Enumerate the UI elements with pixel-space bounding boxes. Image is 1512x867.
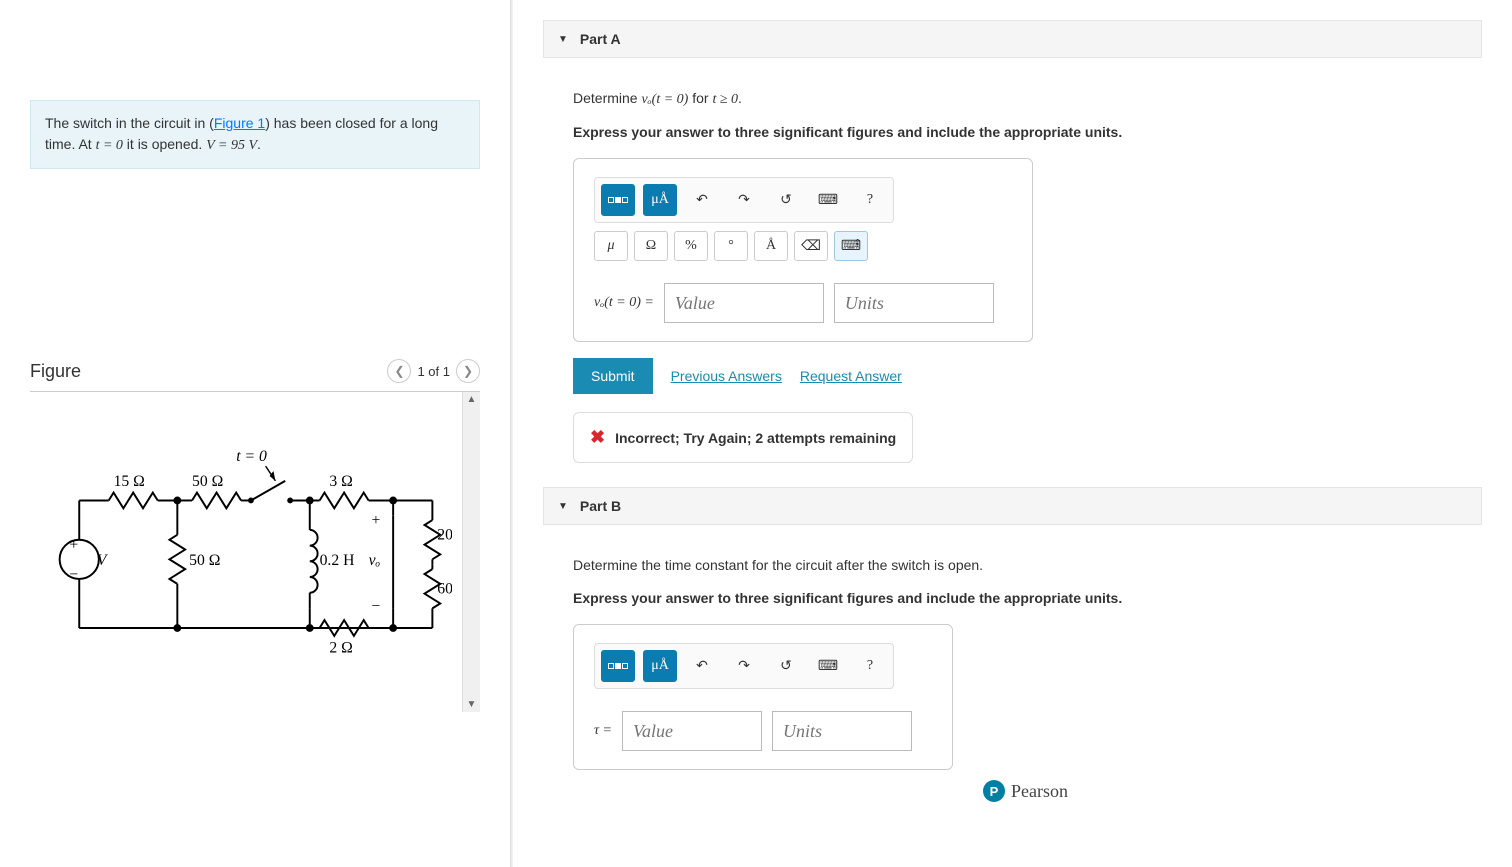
label-minus: − xyxy=(372,597,381,614)
units-picker-button[interactable]: μÅ xyxy=(643,650,677,682)
part-b-instruction: Express your answer to three significant… xyxy=(573,590,1478,606)
part-b-body: Determine the time constant for the circ… xyxy=(543,525,1482,836)
page-root: The switch in the circuit in (Figure 1) … xyxy=(0,0,1512,867)
part-a-feedback: ✖ Incorrect; Try Again; 2 attempts remai… xyxy=(573,412,913,463)
part-b-header[interactable]: ▼ Part B xyxy=(543,487,1482,525)
label-vo: vₒ xyxy=(369,552,381,569)
label-t0: t = 0 xyxy=(236,448,267,465)
keyboard-button[interactable]: ⌨ xyxy=(811,184,845,216)
redo-button[interactable]: ↷ xyxy=(727,184,761,216)
figure-pager: ❮ 1 of 1 ❯ xyxy=(387,359,480,383)
figure-next-button[interactable]: ❯ xyxy=(456,359,480,383)
part-a-submit-row: Submit Previous Answers Request Answer xyxy=(573,358,1478,394)
label-r60: 60 Ω xyxy=(437,581,452,598)
figure-link[interactable]: Figure 1 xyxy=(214,115,265,131)
template-tool-button[interactable] xyxy=(601,650,635,682)
problem-statement: The switch in the circuit in (Figure 1) … xyxy=(30,100,480,169)
footer: P Pearson xyxy=(573,770,1478,812)
qa-cond: t ≥ 0 xyxy=(712,92,738,107)
help-button[interactable]: ? xyxy=(853,650,887,682)
keyboard-shortcut-button[interactable]: ⌨̂ xyxy=(834,231,868,261)
part-a-toolbar-row2: μ Ω % ° Å ⌫ ⌨̂ xyxy=(594,231,1012,261)
label-src-plus: + xyxy=(69,537,78,554)
part-b-answer-box: μÅ ↶ ↷ ↺ ⌨ ? τ = xyxy=(573,624,953,770)
redo-button[interactable]: ↷ xyxy=(727,650,761,682)
reset-button[interactable]: ↺ xyxy=(769,184,803,216)
undo-button[interactable]: ↶ xyxy=(685,184,719,216)
part-a-header[interactable]: ▼ Part A xyxy=(543,20,1482,58)
part-b-field-label: τ = xyxy=(594,723,612,739)
label-r3: 3 Ω xyxy=(329,473,352,490)
label-plus: + xyxy=(372,512,381,529)
part-a-title: Part A xyxy=(580,31,621,47)
figure-pager-text: 1 of 1 xyxy=(417,364,450,379)
right-pane: ▼ Part A Determine vₒ(t = 0) for t ≥ 0. … xyxy=(513,0,1512,867)
problem-text: The switch in the circuit in ( xyxy=(45,115,214,131)
scroll-up-icon[interactable]: ▲ xyxy=(467,394,477,405)
previous-answers-link[interactable]: Previous Answers xyxy=(671,368,782,384)
template-tool-button[interactable] xyxy=(601,184,635,216)
circuit-diagram: t = 0 15 Ω 50 Ω 3 Ω V + − 50 Ω 0.2 H vₒ xyxy=(30,392,462,712)
problem-text: it is opened. xyxy=(123,136,206,152)
angstrom-button[interactable]: Å xyxy=(754,231,788,261)
part-b-field-row: τ = xyxy=(594,711,932,751)
request-answer-link[interactable]: Request Answer xyxy=(800,368,902,384)
degree-button[interactable]: ° xyxy=(714,231,748,261)
keyboard-button[interactable]: ⌨ xyxy=(811,650,845,682)
problem-v-expr: V = 95 V xyxy=(206,138,257,153)
mu-button[interactable]: μ xyxy=(594,231,628,261)
part-a-instruction: Express your answer to three significant… xyxy=(573,124,1478,140)
footer-brand: Pearson xyxy=(1011,781,1068,802)
part-a-field-row: vₒ(t = 0) = xyxy=(594,283,1012,323)
reset-button[interactable]: ↺ xyxy=(769,650,803,682)
part-b-question: Determine the time constant for the circ… xyxy=(573,555,1478,576)
incorrect-icon: ✖ xyxy=(590,427,605,448)
units-picker-button[interactable]: μÅ xyxy=(643,184,677,216)
figure-section: Figure ❮ 1 of 1 ❯ xyxy=(30,359,480,712)
qa-text: Determine xyxy=(573,90,641,106)
figure-title: Figure xyxy=(30,361,81,382)
undo-button[interactable]: ↶ xyxy=(685,650,719,682)
submit-button[interactable]: Submit xyxy=(573,358,653,394)
part-a-question: Determine vₒ(t = 0) for t ≥ 0. xyxy=(573,88,1478,110)
label-L: 0.2 H xyxy=(320,552,355,569)
scroll-down-icon[interactable]: ▼ xyxy=(467,699,477,710)
part-a-body: Determine vₒ(t = 0) for t ≥ 0. Express y… xyxy=(543,58,1482,487)
label-src-minus: − xyxy=(69,566,78,583)
percent-button[interactable]: % xyxy=(674,231,708,261)
part-b-units-input[interactable] xyxy=(772,711,912,751)
figure-prev-button[interactable]: ❮ xyxy=(387,359,411,383)
part-a-units-input[interactable] xyxy=(834,283,994,323)
figure-body: t = 0 15 Ω 50 Ω 3 Ω V + − 50 Ω 0.2 H vₒ xyxy=(30,392,480,712)
part-a-field-label: vₒ(t = 0) = xyxy=(594,295,654,311)
label-V: V xyxy=(97,552,109,569)
feedback-text: Incorrect; Try Again; 2 attempts remaini… xyxy=(615,430,896,446)
pearson-logo-icon: P xyxy=(983,780,1005,802)
problem-text: . xyxy=(257,136,261,152)
qa-expr: vₒ(t = 0) xyxy=(641,92,688,107)
part-b-toolbar: μÅ ↶ ↷ ↺ ⌨ ? xyxy=(594,643,894,689)
part-b-title: Part B xyxy=(580,498,621,514)
label-r20: 20 Ω xyxy=(437,527,452,544)
backspace-button[interactable]: ⌫ xyxy=(794,231,828,261)
label-r50b: 50 Ω xyxy=(189,552,220,569)
label-r2: 2 Ω xyxy=(329,640,352,657)
figure-header: Figure ❮ 1 of 1 ❯ xyxy=(30,359,480,392)
part-a-answer-box: μÅ ↶ ↷ ↺ ⌨ ? μ Ω % ° Å ⌫ ⌨̂ vₒ(t = xyxy=(573,158,1033,342)
circuit-svg: t = 0 15 Ω 50 Ω 3 Ω V + − 50 Ω 0.2 H vₒ xyxy=(40,422,452,677)
left-pane: The switch in the circuit in (Figure 1) … xyxy=(0,0,510,867)
caret-down-icon: ▼ xyxy=(558,34,568,45)
label-r50a: 50 Ω xyxy=(192,473,223,490)
problem-t-expr: t = 0 xyxy=(96,138,123,153)
label-r15: 15 Ω xyxy=(114,473,145,490)
part-a-toolbar: μÅ ↶ ↷ ↺ ⌨ ? xyxy=(594,177,894,223)
part-b-value-input[interactable] xyxy=(622,711,762,751)
qa-text: for xyxy=(688,90,712,106)
qa-text: . xyxy=(738,90,742,106)
figure-scrollbar[interactable]: ▲ ▼ xyxy=(462,392,480,712)
part-a-value-input[interactable] xyxy=(664,283,824,323)
help-button[interactable]: ? xyxy=(853,184,887,216)
omega-button[interactable]: Ω xyxy=(634,231,668,261)
caret-down-icon: ▼ xyxy=(558,501,568,512)
